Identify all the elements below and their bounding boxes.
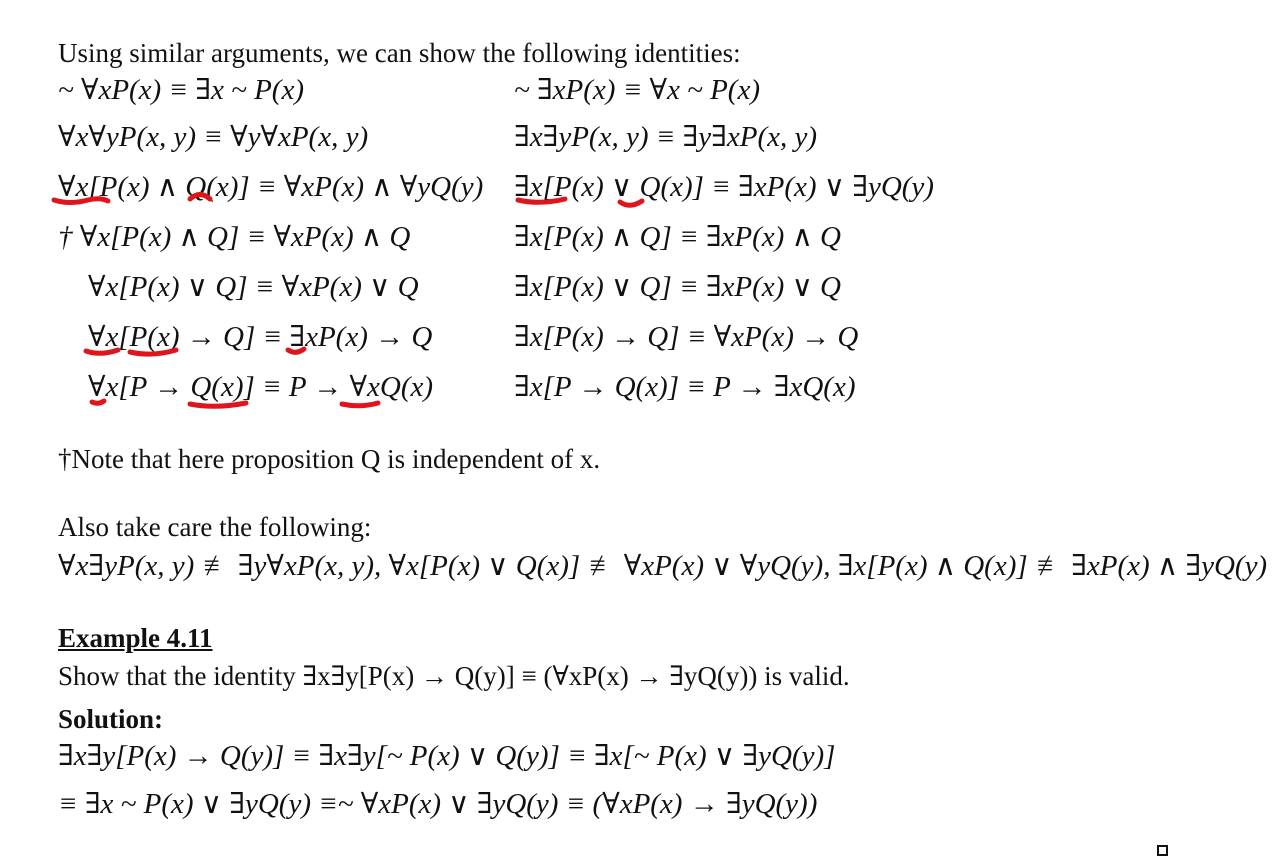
- example-statement: Show that the identity ∃x∃y[P(x) → Q(y)]…: [58, 661, 850, 691]
- identity-left-5: ∀x[P(x) ∨ Q] ≡ ∀xP(x) ∨ Q: [88, 271, 419, 303]
- solution-line-1: ∃x∃y[P(x) → Q(y)] ≡ ∃x∃y[~ P(x) ∨ Q(y)] …: [58, 740, 836, 772]
- solution-title: Solution:: [58, 704, 164, 734]
- identity-right-6: ∃x[P(x) → Q] ≡ ∀xP(x) → Q: [514, 321, 859, 353]
- identity-right-3: ∃x[P(x) ∨ Q(x)] ≡ ∃xP(x) ∨ ∃yQ(y): [514, 171, 934, 203]
- qed-box-icon: [1157, 845, 1168, 856]
- intro-text: Using similar arguments, we can show the…: [58, 38, 741, 68]
- identity-left-6: ∀x[P(x) → Q] ≡ ∃xP(x) → Q: [88, 321, 433, 353]
- example-title: Example 4.11: [58, 623, 213, 653]
- document-page: Using similar arguments, we can show the…: [0, 0, 1284, 868]
- identity-left-7: ∀x[P → Q(x)] ≡ P → ∀xQ(x): [88, 371, 434, 403]
- identity-left-1: ~ ∀xP(x) ≡ ∃x ~ P(x): [58, 74, 304, 106]
- also-title: Also take care the following:: [58, 512, 372, 542]
- identity-right-5: ∃x[P(x) ∨ Q] ≡ ∃xP(x) ∨ Q: [514, 271, 841, 303]
- identity-left-3: ∀x[P(x) ∧ Q(x)] ≡ ∀xP(x) ∧ ∀yQ(y): [58, 171, 484, 203]
- identity-right-1: ~ ∃xP(x) ≡ ∀x ~ P(x): [514, 74, 760, 106]
- identity-left-4: † ∀x[P(x) ∧ Q] ≡ ∀xP(x) ∧ Q: [58, 221, 411, 253]
- dagger-note: †Note that here proposition Q is indepen…: [58, 444, 601, 474]
- identity-right-4: ∃x[P(x) ∧ Q] ≡ ∃xP(x) ∧ Q: [514, 221, 841, 253]
- also-equation: ∀x∃yP(x, y) ≢ ∃y∀xP(x, y), ∀x[P(x) ∨ Q(x…: [58, 550, 1268, 582]
- identity-right-7: ∃x[P → Q(x)] ≡ P → ∃xQ(x): [514, 371, 856, 403]
- identity-right-2: ∃x∃yP(x, y) ≡ ∃y∃xP(x, y): [514, 121, 818, 153]
- solution-line-2: ≡ ∃x ~ P(x) ∨ ∃yQ(y) ≡~ ∀xP(x) ∨ ∃yQ(y) …: [58, 788, 818, 820]
- identity-left-2: ∀x∀yP(x, y) ≡ ∀y∀xP(x, y): [58, 121, 369, 153]
